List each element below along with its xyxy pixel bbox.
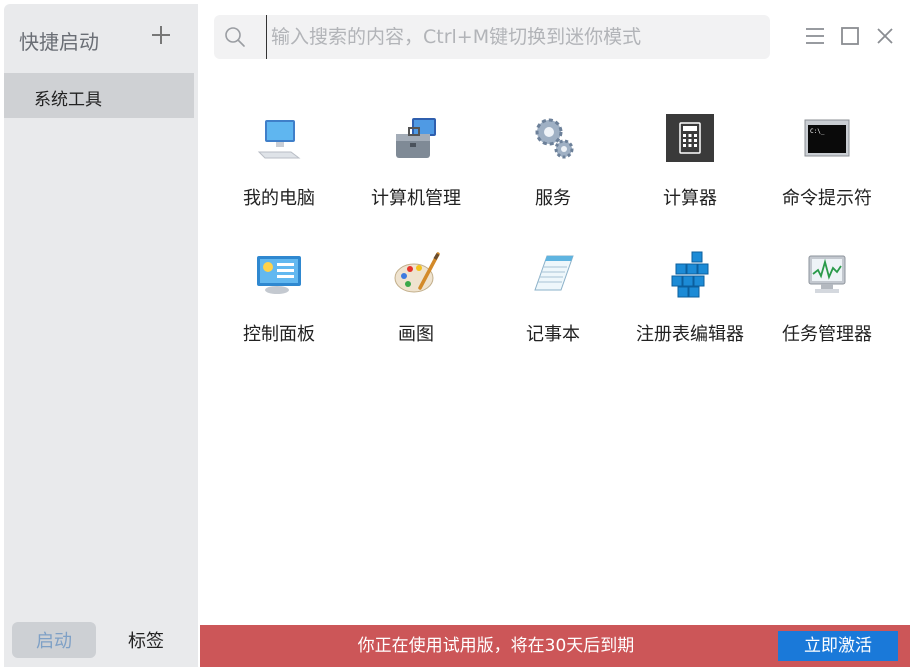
sidebar: 快捷启动 系统工具 启动 标签 (4, 4, 198, 667)
search-input[interactable] (266, 15, 756, 59)
tool-label: 记事本 (526, 324, 580, 345)
task-manager-icon (808, 255, 846, 293)
menu-icon[interactable] (803, 24, 827, 48)
tool-command-prompt[interactable]: C:\_ 命令提示符 (758, 104, 896, 224)
control-panel-icon (257, 256, 301, 294)
tool-label: 控制面板 (243, 324, 315, 345)
tool-task-manager[interactable]: 任务管理器 (758, 240, 896, 360)
computer-management-icon (396, 118, 436, 158)
tool-label: 注册表编辑器 (636, 324, 744, 345)
paint-palette-icon (394, 252, 440, 293)
trial-notice: 你正在使用试用版，将在30天后到期 (357, 636, 635, 656)
sidebar-item-system-tools[interactable]: 系统工具 (4, 73, 194, 118)
plus-icon[interactable] (150, 24, 172, 46)
close-icon[interactable] (873, 24, 897, 48)
computer-icon (257, 120, 301, 159)
search-icon (225, 27, 245, 47)
tool-label: 我的电脑 (243, 188, 315, 209)
sidebar-bottom-tabs: 启动 标签 (4, 619, 198, 667)
tab-tags[interactable]: 标签 (104, 622, 188, 658)
tool-my-computer[interactable]: 我的电脑 (210, 104, 348, 224)
tab-start[interactable]: 启动 (12, 622, 96, 658)
sidebar-item-label: 系统工具 (34, 90, 102, 110)
tool-label: 计算机管理 (371, 188, 461, 209)
tool-label: 服务 (535, 188, 571, 209)
maximize-icon[interactable] (838, 24, 862, 48)
tool-notepad[interactable]: 记事本 (484, 240, 622, 360)
calculator-icon (666, 114, 714, 162)
tool-paint[interactable]: 画图 (347, 240, 485, 360)
tool-label: 计算器 (663, 188, 717, 209)
search-bar (214, 15, 770, 59)
tool-control-panel[interactable]: 控制面板 (210, 240, 348, 360)
tool-computer-management[interactable]: 计算机管理 (347, 104, 485, 224)
command-prompt-icon: C:\_ (804, 119, 850, 157)
tool-label: 画图 (398, 324, 434, 345)
trial-banner: 你正在使用试用版，将在30天后到期 立即激活 (200, 625, 910, 667)
svg-text:C:\_: C:\_ (810, 128, 825, 135)
services-gears-icon (535, 118, 574, 159)
tool-registry-editor[interactable]: 注册表编辑器 (621, 240, 759, 360)
sidebar-title: 快捷启动 (19, 30, 99, 54)
sidebar-header: 快捷启动 (4, 4, 198, 72)
tool-label: 命令提示符 (782, 188, 872, 209)
notepad-icon (534, 255, 574, 291)
tool-services[interactable]: 服务 (484, 104, 622, 224)
tool-calculator[interactable]: 计算器 (621, 104, 759, 224)
registry-editor-icon (671, 251, 709, 298)
activate-button[interactable]: 立即激活 (778, 631, 898, 661)
tool-label: 任务管理器 (782, 324, 872, 345)
